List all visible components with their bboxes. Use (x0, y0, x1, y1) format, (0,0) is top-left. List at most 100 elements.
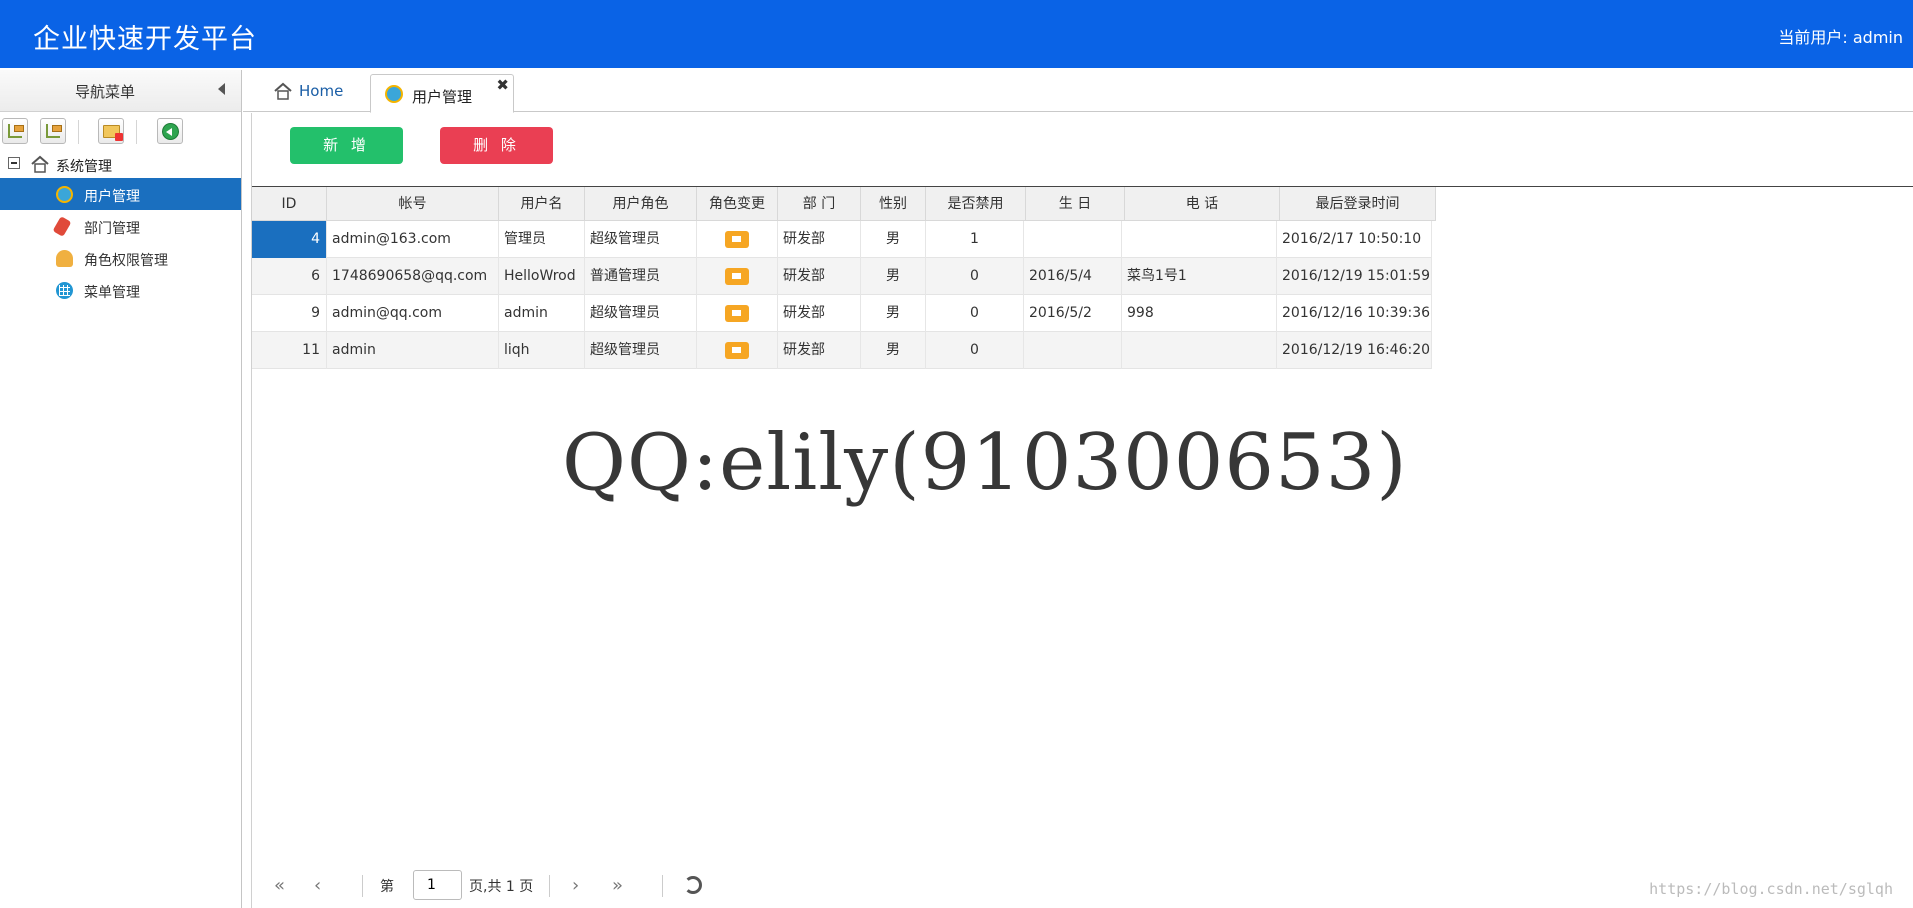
close-icon[interactable]: ✖ (496, 76, 509, 94)
sidebar-item-departments[interactable]: 部门管理 (0, 210, 241, 242)
table-row[interactable]: 11 admin liqh 超级管理员 研发部 男 0 2016/12/19 1… (252, 332, 1432, 369)
cell-account: admin (327, 332, 499, 369)
table-row[interactable]: 4 admin@163.com 管理员 超级管理员 研发部 男 1 2016/2… (252, 221, 1432, 258)
nav-tree: 系统管理 用户管理 部门管理 角色权限管理 菜单管理 (0, 148, 241, 306)
table-row[interactable]: 6 1748690658@qq.com HelloWrod 普通管理员 研发部 … (252, 258, 1432, 295)
folder-close-icon (103, 125, 123, 141)
flag-icon[interactable] (725, 230, 749, 248)
cell-role-change (697, 332, 778, 369)
tree-collapse-icon (46, 124, 62, 138)
sidebar-item-menus[interactable]: 菜单管理 (0, 274, 241, 306)
cell-department: 研发部 (778, 221, 861, 258)
tab-label: 用户管理 (412, 88, 473, 106)
cell-username: admin (499, 295, 585, 332)
cell-birthday: 2016/5/4 (1024, 258, 1122, 295)
column-header-last-login[interactable]: 最后登录时间 (1280, 187, 1436, 221)
add-button[interactable]: 新 增 (290, 127, 403, 164)
cell-gender: 男 (861, 258, 926, 295)
sidebar-item-roles[interactable]: 角色权限管理 (0, 242, 241, 274)
collapse-all-button[interactable] (40, 118, 66, 144)
tab-bar: Home 用户管理 ✖ (243, 70, 1913, 113)
cell-account: admin@qq.com (327, 295, 499, 332)
users-icon (385, 85, 403, 103)
column-header-disabled[interactable]: 是否禁用 (926, 187, 1026, 221)
cell-department: 研发部 (778, 295, 861, 332)
column-header-account[interactable]: 帐号 (327, 187, 499, 221)
table-header: ID 帐号 用户名 用户角色 角色变更 部 门 性别 是否禁用 生 日 电 话 … (252, 187, 1436, 221)
cell-role: 超级管理员 (585, 332, 697, 369)
column-header-role[interactable]: 用户角色 (585, 187, 697, 221)
url-watermark: https://blog.csdn.net/sglqh (1649, 880, 1893, 898)
cell-phone (1122, 221, 1277, 258)
pager-divider (362, 875, 363, 897)
back-button[interactable] (157, 118, 183, 144)
cell-birthday (1024, 332, 1122, 369)
users-icon (56, 186, 73, 203)
cell-gender: 男 (861, 332, 926, 369)
toolbar-divider (78, 120, 79, 144)
cell-account: 1748690658@qq.com (327, 258, 499, 295)
last-page-icon[interactable]: » (612, 875, 623, 896)
cell-role-change (697, 295, 778, 332)
cell-department: 研发部 (778, 258, 861, 295)
cell-department: 研发部 (778, 332, 861, 369)
next-page-icon[interactable]: › (572, 875, 579, 896)
main-panel: Home 用户管理 ✖ 新 增 删 除 ID 帐号 用户名 用户角色 角色变更 … (243, 70, 1913, 908)
cell-username: HelloWrod (499, 258, 585, 295)
cell-role: 普通管理员 (585, 258, 697, 295)
cell-username: 管理员 (499, 221, 585, 258)
sidebar-item-label: 角色权限管理 (84, 253, 168, 269)
current-user: 当前用户: admin (1778, 28, 1903, 47)
tab-label: Home (299, 82, 344, 100)
expand-all-button[interactable] (2, 118, 28, 144)
cell-id: 6 (252, 258, 327, 295)
pager-divider (662, 875, 663, 897)
role-icon (56, 250, 73, 267)
app-title: 企业快速开发平台 (33, 24, 257, 55)
column-header-gender[interactable]: 性别 (861, 187, 926, 221)
column-header-username[interactable]: 用户名 (499, 187, 585, 221)
tree-root-system[interactable]: 系统管理 (0, 148, 241, 178)
flag-icon[interactable] (725, 267, 749, 285)
toolbar-divider (136, 120, 137, 144)
collapse-node-icon[interactable] (8, 157, 20, 169)
tab-user-management[interactable]: 用户管理 ✖ (370, 74, 514, 113)
flag-icon[interactable] (725, 304, 749, 322)
cell-last-login: 2016/12/19 15:01:59 (1277, 258, 1432, 295)
cell-username: liqh (499, 332, 585, 369)
pager-divider (549, 875, 550, 897)
column-header-birthday[interactable]: 生 日 (1026, 187, 1125, 221)
sidebar-item-label: 菜单管理 (84, 285, 140, 301)
table-row[interactable]: 9 admin@qq.com admin 超级管理员 研发部 男 0 2016/… (252, 295, 1432, 332)
column-header-role-change[interactable]: 角色变更 (697, 187, 778, 221)
column-header-id[interactable]: ID (252, 187, 327, 221)
sidebar-item-users[interactable]: 用户管理 (0, 178, 241, 210)
cell-id: 11 (252, 332, 327, 369)
prev-page-icon[interactable]: ‹ (314, 875, 321, 896)
cell-role: 超级管理员 (585, 295, 697, 332)
flag-icon[interactable] (725, 341, 749, 359)
tree-expand-icon (8, 124, 24, 138)
tab-content: 新 增 删 除 ID 帐号 用户名 用户角色 角色变更 部 门 性别 是否禁用 … (251, 113, 1913, 908)
cell-last-login: 2016/12/16 10:39:36 (1277, 295, 1432, 332)
department-icon (52, 216, 72, 237)
qq-watermark: QQ:elily(910300653) (562, 418, 1408, 508)
close-folder-button[interactable] (98, 118, 124, 144)
column-header-phone[interactable]: 电 话 (1125, 187, 1280, 221)
cell-birthday: 2016/5/2 (1024, 295, 1122, 332)
cell-role-change (697, 258, 778, 295)
collapse-left-icon[interactable] (218, 83, 225, 95)
cell-last-login: 2016/12/19 16:46:20 (1277, 332, 1432, 369)
column-header-department[interactable]: 部 门 (778, 187, 861, 221)
first-page-icon[interactable]: « (274, 875, 285, 896)
tree-root-label: 系统管理 (56, 159, 112, 175)
delete-button[interactable]: 删 除 (440, 127, 553, 164)
cell-disabled: 0 (926, 332, 1024, 369)
page-number-input[interactable] (413, 870, 462, 900)
home-icon (274, 82, 292, 100)
refresh-icon[interactable] (684, 876, 702, 894)
sidebar-header: 导航菜单 (0, 70, 241, 112)
cell-account: admin@163.com (327, 221, 499, 258)
sidebar-title: 导航菜单 (74, 83, 135, 101)
cell-id: 4 (252, 221, 327, 258)
